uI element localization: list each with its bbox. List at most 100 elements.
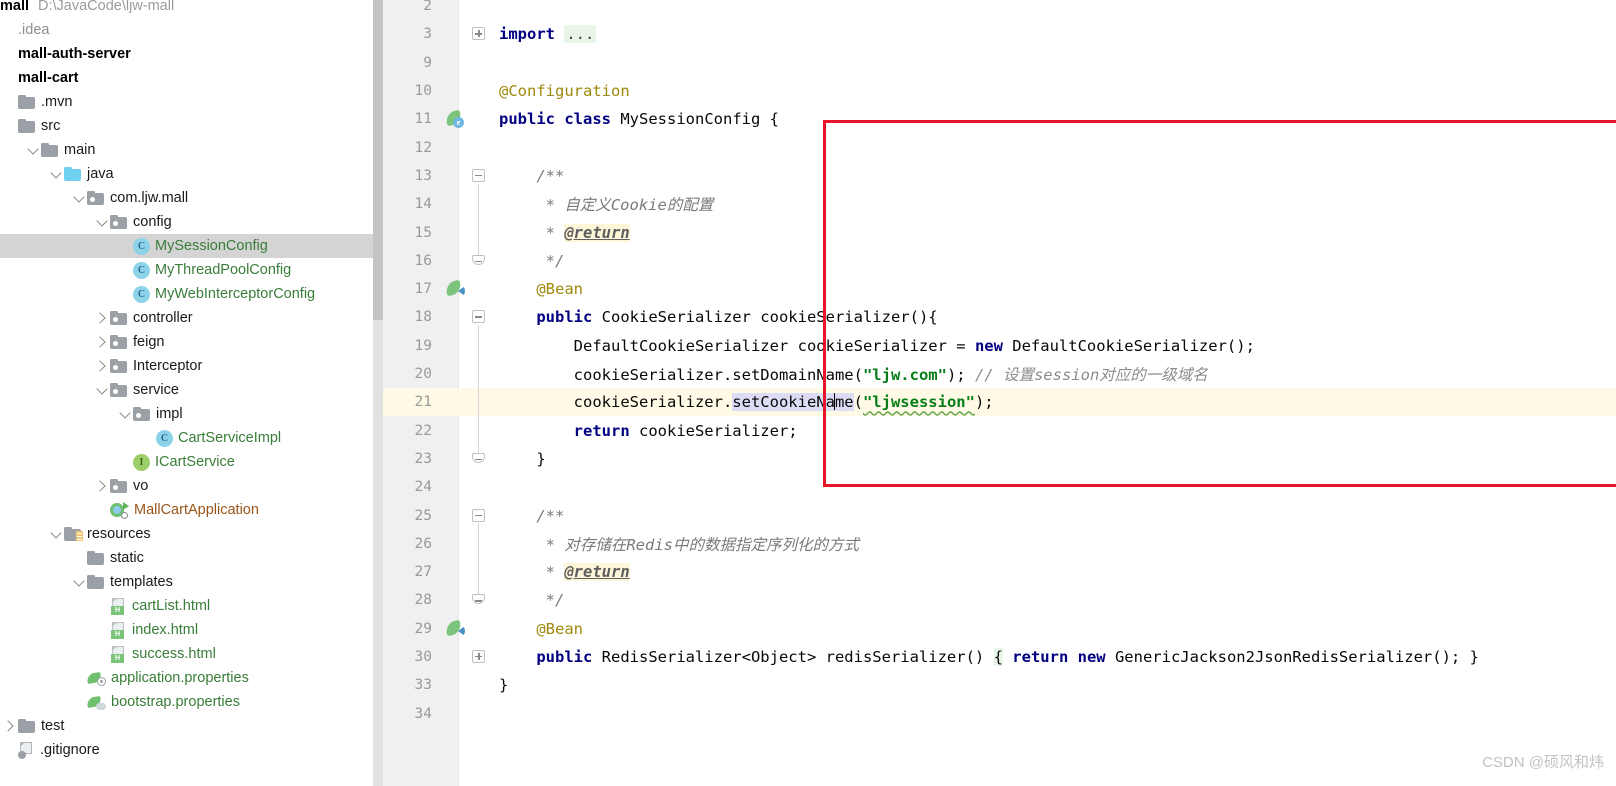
code-line[interactable]: 2 <box>383 0 1616 20</box>
sidebar-scrollbar-thumb[interactable] <box>373 0 383 320</box>
chevron-down-icon[interactable] <box>94 214 110 230</box>
tree-item[interactable]: config <box>0 210 373 234</box>
fold-collapse-icon[interactable] <box>472 310 485 324</box>
chevron-down-icon[interactable] <box>71 190 87 206</box>
tree-item[interactable]: feign <box>0 330 373 354</box>
fold-expand-icon[interactable] <box>472 650 485 664</box>
code-line[interactable]: 26 * 对存储在Redis中的数据指定序列化的方式 <box>383 530 1616 558</box>
code-text: public RedisSerializer<Object> redisSeri… <box>491 648 1616 667</box>
code-line-current[interactable]: 21 cookieSerializer.setCookieName("ljwse… <box>383 388 1616 417</box>
code-line[interactable]: 14 * 自定义Cookie的配置 <box>383 190 1616 218</box>
code-line[interactable]: 15 * @return <box>383 218 1616 246</box>
tree-item[interactable]: MallCartApplication <box>0 498 373 522</box>
code-line[interactable]: 24 <box>383 473 1616 501</box>
tree-item[interactable]: impl <box>0 402 373 426</box>
tree-item-label: MallCartApplication <box>134 501 259 518</box>
fold-collapse-icon[interactable] <box>472 168 485 182</box>
tree-item[interactable]: templates <box>0 570 373 594</box>
code-line[interactable]: 23 } <box>383 445 1616 473</box>
code-line[interactable]: 22 return cookieSerializer; <box>383 417 1616 445</box>
tree-item[interactable]: .mvn <box>0 90 373 114</box>
code-line[interactable]: 16 */ <box>383 247 1616 275</box>
package-icon <box>110 310 128 326</box>
fold-expand-icon[interactable] <box>472 27 485 41</box>
tree-item[interactable]: Hsuccess.html <box>0 642 373 666</box>
tree-item[interactable]: resources <box>0 522 373 546</box>
code-line[interactable]: 18 public CookieSerializer cookieSeriali… <box>383 303 1616 331</box>
tree-item[interactable]: application.properties <box>0 666 373 690</box>
chevron-right-icon[interactable] <box>2 718 18 734</box>
sidebar-scrollbar[interactable] <box>373 0 383 786</box>
code-line[interactable]: 29 @Bean <box>383 615 1616 643</box>
chevron-right-icon[interactable] <box>94 478 110 494</box>
code-line[interactable]: 30 public RedisSerializer<Object> redisS… <box>383 643 1616 671</box>
tree-root-row[interactable]: mall D:\JavaCode\ljw-mall <box>0 0 373 18</box>
project-tree-panel[interactable]: mall D:\JavaCode\ljw-mall .idea mall-auth-s… <box>0 0 383 786</box>
fold-collapse-icon[interactable] <box>472 508 485 522</box>
code-editor[interactable]: 2 3 import ... 9 10 @Configuration 11 e public c… <box>383 0 1616 786</box>
fold-region-end-icon[interactable] <box>472 452 485 463</box>
code-text: */ <box>491 591 1616 609</box>
tree-item[interactable]: Hindex.html <box>0 618 373 642</box>
tree-item-label: application.properties <box>111 669 249 686</box>
tree-item[interactable]: C CartServiceImpl <box>0 426 373 450</box>
chevron-right-icon[interactable] <box>94 310 110 326</box>
code-line[interactable]: 9 <box>383 49 1616 77</box>
tree-item[interactable]: I ICartService <box>0 450 373 474</box>
chevron-down-icon[interactable] <box>117 406 133 422</box>
tree-item[interactable]: controller <box>0 306 373 330</box>
chevron-down-icon[interactable] <box>25 142 41 158</box>
tree-item[interactable]: static <box>0 546 373 570</box>
tree-item[interactable]: main <box>0 138 373 162</box>
code-line[interactable]: 12 <box>383 134 1616 162</box>
chevron-right-icon[interactable] <box>94 358 110 374</box>
code-line[interactable]: 25 /** <box>383 501 1616 529</box>
code-line[interactable]: 33} <box>383 671 1616 699</box>
code-line[interactable]: 3 import ... <box>383 20 1616 48</box>
code-line[interactable]: 34 <box>383 700 1616 728</box>
code-line[interactable]: 11 e public class MySessionConfig { <box>383 105 1616 133</box>
tree-item[interactable]: HcartList.html <box>0 594 373 618</box>
tree-item-selected[interactable]: C MySessionConfig <box>0 234 383 258</box>
chevron-down-icon[interactable] <box>48 166 64 182</box>
code-line[interactable]: 27 * @return <box>383 558 1616 586</box>
tree-item-label: CartServiceImpl <box>178 429 282 446</box>
code-line[interactable]: 10 @Configuration <box>383 77 1616 105</box>
tree-item[interactable]: src <box>0 114 373 138</box>
tree-item[interactable]: C MyWebInterceptorConfig <box>0 282 373 306</box>
code-line[interactable]: 13 /** <box>383 162 1616 190</box>
tree-item[interactable]: test <box>0 714 373 738</box>
chevron-down-icon[interactable] <box>71 574 87 590</box>
spring-bean-gutter-icon[interactable]: e <box>444 110 464 129</box>
tree-item[interactable]: mall-auth-server <box>0 42 373 66</box>
chevron-down-icon[interactable] <box>48 526 64 542</box>
tree-item[interactable]: service <box>0 378 373 402</box>
spring-bean-navigate-icon[interactable] <box>444 619 465 637</box>
tree-item[interactable]: Interceptor <box>0 354 373 378</box>
code-line[interactable]: 20 cookieSerializer.setDomainName("ljw.c… <box>383 360 1616 388</box>
tree-item[interactable]: .idea <box>0 18 373 42</box>
spring-bean-navigate-icon[interactable] <box>444 279 465 297</box>
tree-item[interactable]: java <box>0 162 373 186</box>
chevron-right-icon[interactable] <box>94 334 110 350</box>
code-line[interactable]: 17 @Bean <box>383 275 1616 303</box>
tree-item[interactable]: vo <box>0 474 373 498</box>
code-content[interactable]: 2 3 import ... 9 10 @Configuration 11 e public c… <box>383 0 1616 786</box>
tree-item[interactable]: .gitignore <box>0 738 373 762</box>
folder-icon <box>18 718 36 734</box>
code-line[interactable]: 19 DefaultCookieSerializer cookieSeriali… <box>383 332 1616 360</box>
tree-item[interactable]: mall-cart <box>0 66 373 90</box>
fold-region-end-icon[interactable] <box>472 254 485 265</box>
tree-item[interactable]: com.ljw.mall <box>0 186 373 210</box>
code-line[interactable]: 28 */ <box>383 586 1616 614</box>
tree-item-label: mall-cart <box>18 69 79 86</box>
fold-region-end-icon[interactable] <box>472 594 485 605</box>
chevron-down-icon[interactable] <box>94 382 110 398</box>
tree-item[interactable]: bootstrap.properties <box>0 690 373 714</box>
tree-item[interactable]: C MyThreadPoolConfig <box>0 258 373 282</box>
project-tree[interactable]: mall D:\JavaCode\ljw-mall .idea mall-auth-s… <box>0 0 383 762</box>
tree-item-content: C MyWebInterceptorConfig <box>0 285 315 303</box>
